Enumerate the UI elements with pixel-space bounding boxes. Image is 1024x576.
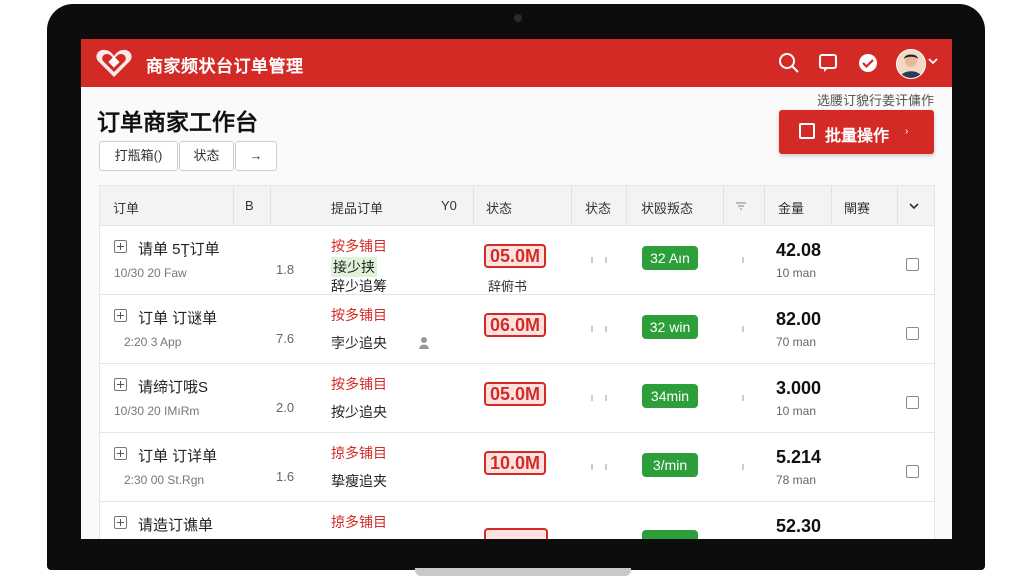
table-row[interactable]: 订单 订详单 2:30 00 St.Rgn 1.6 掠多铺目 挚瘦追夹 10.0…	[100, 433, 934, 502]
selection-hint: 选腰订貌行姜讦傭作	[816, 93, 934, 108]
product-line-1: 按多铺目	[331, 307, 387, 323]
screen: 商家频状台订单管理 订单商家工作台 选腰订貌行姜讦傭作 批量操作 › 打瓶箱()…	[81, 39, 952, 539]
time-badge	[642, 530, 698, 539]
amount-badge: 10.0M	[484, 451, 547, 475]
time-badge: 32 win	[642, 315, 698, 339]
col-status-2[interactable]: 状态	[585, 198, 611, 217]
app-title: 商家频状台订单管理	[146, 57, 304, 76]
arrow-right-icon[interactable]: →	[235, 141, 277, 171]
table-row[interactable]: 请造订谯单 掠多铺目 52.30	[100, 502, 934, 539]
page-title: 订单商家工作台	[97, 109, 258, 135]
order-title: 请单 5Ţ订单	[138, 241, 220, 258]
quantity-value: 82.00	[776, 309, 822, 329]
order-b-value: 1.8	[276, 262, 295, 277]
row-checkbox[interactable]	[906, 465, 919, 478]
expand-icon[interactable]	[114, 240, 127, 253]
expand-icon[interactable]	[114, 447, 127, 460]
product-line-3: 孛少追央	[331, 335, 387, 351]
laptop-base	[415, 568, 631, 576]
app-header: 商家频状台订单管理	[81, 39, 952, 87]
order-title: 订单 订详单	[138, 448, 218, 465]
chevron-down-icon[interactable]	[927, 55, 939, 67]
search-icon[interactable]	[778, 52, 800, 74]
product-line-2: 接少挟	[331, 257, 377, 277]
quantity-unit: 70 man	[776, 335, 817, 349]
bulk-action-label: 批量操作	[825, 128, 890, 145]
col-status[interactable]: 状态	[486, 198, 512, 217]
amount-badge	[484, 528, 548, 539]
expand-icon[interactable]	[114, 378, 127, 391]
col-product-order[interactable]: 提品订单	[331, 198, 383, 217]
table-row[interactable]: 订单 订谜单 2:20 3 App 7.6 按多铺目 孛少追央 06.0M 32…	[100, 295, 934, 364]
quantity-value: 3.000	[776, 378, 822, 398]
amount-badge: 05.0M	[484, 244, 547, 268]
orders-table: 订单 B 提品订单 Y0 状态 状态 状殴叛态 金量 閘赛 请单 5Ţ订单 10…	[99, 185, 935, 539]
row-checkbox[interactable]	[906, 396, 919, 409]
quantity-unit: 10 man	[776, 404, 817, 418]
time-badge: 3/min	[642, 453, 698, 477]
quantity-unit: 78 man	[776, 473, 817, 487]
product-line-1: 掠多铺目	[331, 445, 387, 461]
quantity-value: 52.30	[776, 516, 822, 536]
order-title: 请造订谯单	[138, 517, 214, 534]
order-b-value: 1.6	[276, 469, 295, 484]
order-title: 请缔订哦S	[138, 379, 209, 396]
col-state[interactable]: 状殴叛态	[641, 198, 693, 217]
product-line-1: 按多铺目	[331, 238, 387, 254]
col-amount[interactable]: 金量	[778, 198, 804, 217]
chevron-down-icon[interactable]	[908, 200, 920, 212]
order-b-value: 7.6	[276, 331, 295, 346]
col-b[interactable]: B	[245, 198, 254, 213]
webcam	[514, 14, 522, 22]
order-title: 订单 订谜单	[138, 310, 218, 327]
row-checkbox[interactable]	[906, 327, 919, 340]
table-row[interactable]: 请单 5Ţ订单 10/30 20 Faw 1.8 按多铺目 接少挟 辞少追筹 0…	[100, 226, 934, 295]
product-line-3: 按少追央	[331, 404, 387, 420]
order-time: 10/30 20 IMıRm	[114, 404, 200, 418]
col-order[interactable]: 订单	[113, 198, 139, 217]
order-time: 2:30 00 St.Rgn	[124, 473, 205, 487]
product-line-3: 挚瘦追夹	[331, 473, 387, 489]
order-time: 2:20 3 App	[124, 335, 182, 349]
time-badge: 34min	[642, 384, 698, 408]
time-badge: 32 Aın	[642, 246, 698, 270]
sort-icon[interactable]	[735, 201, 747, 211]
amount-badge: 05.0M	[484, 382, 547, 406]
order-time: 10/30 20 Faw	[114, 266, 187, 280]
expand-icon[interactable]	[114, 516, 127, 529]
person-icon	[419, 337, 429, 349]
product-line-1: 按多铺目	[331, 376, 387, 392]
col-y0[interactable]: Y0	[441, 198, 457, 213]
avatar[interactable]	[896, 49, 926, 79]
chat-icon[interactable]	[817, 52, 839, 74]
status-sub: 辞俯书	[488, 279, 528, 294]
quantity-unit: 10 man	[776, 266, 817, 280]
quantity-value: 5.214	[776, 447, 822, 467]
table-row[interactable]: 请缔订哦S 10/30 20 IMıRm 2.0 按多铺目 按少追央 05.0M…	[100, 364, 934, 433]
filter-status-button[interactable]: 状态	[179, 141, 234, 171]
product-line-3: 辞少追筹	[331, 278, 387, 294]
logo-icon	[96, 49, 132, 77]
row-checkbox[interactable]	[906, 258, 919, 271]
col-merchant[interactable]: 閘赛	[844, 198, 870, 217]
table-header: 订单 B 提品订单 Y0 状态 状态 状殴叛态 金量 閘赛	[100, 186, 934, 226]
amount-badge: 06.0M	[484, 313, 547, 337]
expand-icon[interactable]	[114, 309, 127, 322]
filter-box-button[interactable]: 打瓶箱()	[99, 141, 178, 171]
chevron-right-icon: ›	[905, 126, 909, 137]
add-icon	[799, 123, 815, 139]
verified-badge-icon[interactable]	[857, 52, 879, 74]
bulk-action-button[interactable]: 批量操作 ›	[779, 110, 934, 154]
order-b-value: 2.0	[276, 400, 295, 415]
quantity-value: 42.08	[776, 240, 822, 260]
product-line-1: 掠多铺目	[331, 514, 387, 530]
